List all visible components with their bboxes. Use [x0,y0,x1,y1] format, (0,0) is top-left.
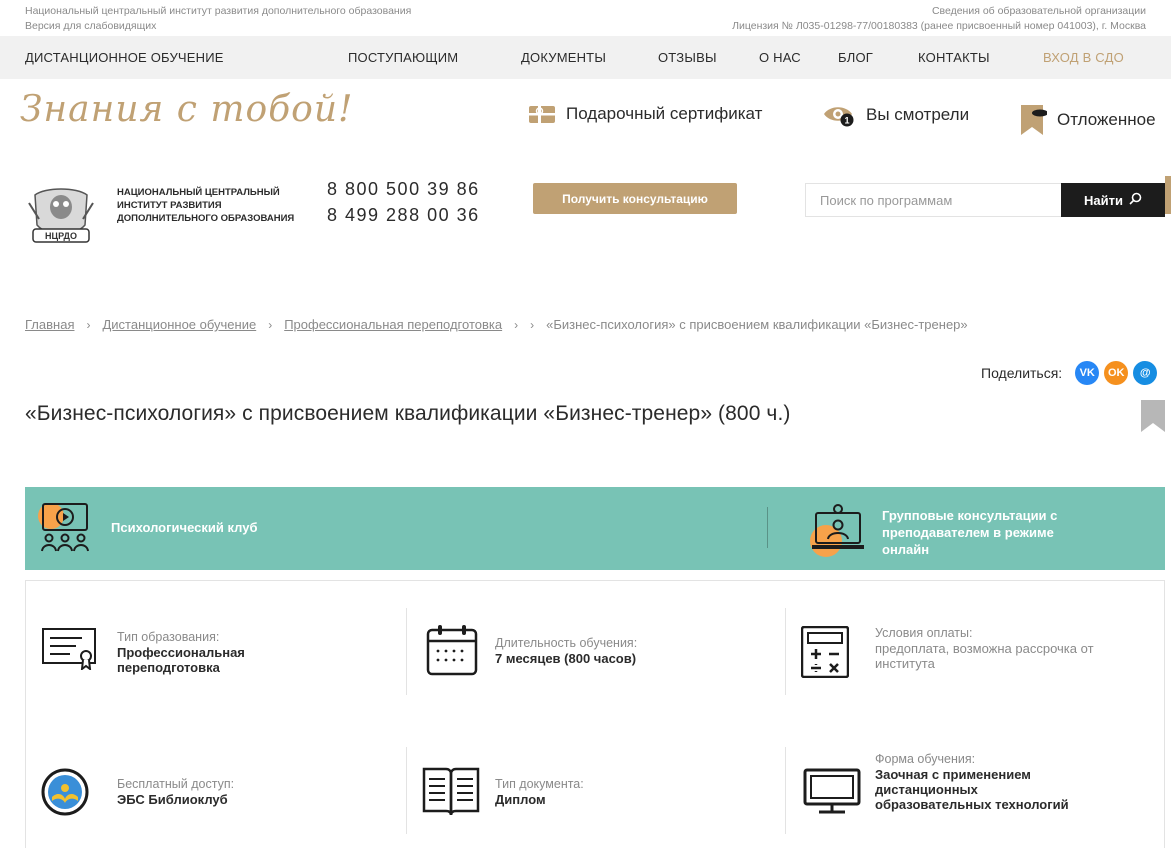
side-tab[interactable] [1165,176,1171,214]
phone-2[interactable]: 8 499 288 00 36 [327,202,480,228]
nav-item-applicants[interactable]: ПОСТУПАЮЩИМ [348,50,458,65]
certificate-icon [42,628,117,675]
get-consultation-button[interactable]: Получить консультацию [533,183,737,214]
share-label: Поделиться: [981,365,1063,381]
chevron-right-icon: › [514,317,519,332]
monitor-icon [803,752,875,819]
payment-label: Условия оплаты: [875,626,973,640]
license-text: Лицензия № Л035-01298-77/00180383 (ранее… [732,20,1146,32]
chevron-right-icon: › [530,317,535,332]
vk-share-icon[interactable]: VK [1075,361,1100,385]
add-bookmark-icon[interactable] [1141,400,1165,437]
saved-link[interactable]: Отложенное [1019,103,1156,137]
mymail-share-icon[interactable]: @ [1133,361,1158,385]
group-consult-link[interactable]: Групповые консультации с преподавателем … [808,503,1078,561]
breadcrumb-retraining[interactable]: Профессиональная переподготовка [284,317,502,332]
logo-text: НЦРДО [45,231,77,241]
search-icon [1129,192,1142,208]
psych-club-label: Психологический клуб [111,519,258,535]
banner-divider [767,507,768,548]
document-type-value: Диплом [495,792,546,807]
slogan: Знания с тобой! [20,89,354,130]
nav-item-about[interactable]: О НАС [759,50,801,65]
document-type-label: Тип документа: [495,777,584,791]
phones: 8 800 500 39 86 8 499 288 00 36 [327,176,480,228]
nav-item-distance[interactable]: ДИСТАНЦИОННОЕ ОБУЧЕНИЕ [25,50,224,65]
viewed-link[interactable]: 1 Вы смотрели [822,103,969,127]
column-divider [406,608,407,695]
viewed-count-badge: 1 [844,116,849,126]
open-book-icon [422,765,495,822]
phone-1[interactable]: 8 800 500 39 86 [327,176,480,202]
ok-share-icon[interactable]: OK [1104,361,1129,385]
duration-label: Длительность обучения: [495,636,638,650]
org-name: НАЦИОНАЛЬНЫЙ ЦЕНТРАЛЬНЫЙ ИНСТИТУТ РАЗВИТ… [117,187,295,224]
page-title: «Бизнес-психология» с присвоением квалиф… [25,402,791,425]
study-form-label: Форма обучения: [875,752,976,766]
breadcrumb-home[interactable]: Главная [25,317,74,332]
institute-logo[interactable]: НЦРДО [25,185,97,252]
info-study-form: Форма обучения: Заочная с применением ди… [803,752,1085,819]
features-banner: Психологический клуб Групповые консульта… [25,487,1165,570]
chevron-right-icon: › [268,317,273,332]
breadcrumb-distance[interactable]: Дистанционное обучение [102,317,256,332]
nav-item-login[interactable]: ВХОД В СДО [1043,50,1124,65]
saved-label: Отложенное [1057,110,1156,129]
free-access-value: ЭБС Библиоклуб [117,792,228,807]
chevron-right-icon: › [86,317,91,332]
eye-icon: 1 [822,103,856,127]
calculator-icon [800,625,875,683]
info-payment: Условия оплаты: предоплата, возможна рас… [800,625,1095,683]
info-document-type: Тип документа: Диплом [422,765,695,822]
main-navigation: ДИСТАНЦИОННОЕ ОБУЧЕНИЕ ПОСТУПАЮЩИМ ДОКУМ… [0,36,1171,79]
study-form-value: Заочная с применением дистанционных обра… [875,767,1069,812]
viewed-label: Вы смотрели [866,105,970,124]
share-block: Поделиться: VK OK @ [981,361,1158,385]
psych-club-link[interactable]: Психологический клуб [37,500,257,554]
video-group-icon [37,500,93,554]
online-consultation-icon [808,503,864,561]
search-input[interactable]: Поиск по программам [805,183,1061,217]
top-info-bar: Национальный центральный институт развит… [0,0,1171,36]
brand-row: Знания с тобой! Подарочный сертификат 1 … [0,79,1171,159]
payment-value: предоплата, возможна рассрочка от инстит… [875,641,1094,671]
accessibility-version-link[interactable]: Версия для слабовидящих [25,19,411,34]
info-edu-type: Тип образования: Профессиональная перепо… [42,628,317,675]
nav-item-reviews[interactable]: ОТЗЫВЫ [658,50,717,65]
column-divider [785,747,786,834]
breadcrumb: Главная › Дистанционное обучение › Профе… [25,317,968,332]
edu-type-value: Профессиональная переподготовка [117,645,245,675]
info-duration: Длительность обучения: 7 месяцев (800 ча… [426,624,715,681]
column-divider [785,608,786,695]
nav-item-documents[interactable]: ДОКУМЕНТЫ [521,50,606,65]
group-consult-label: Групповые консультации с преподавателем … [882,507,1058,557]
duration-value: 7 месяцев (800 часов) [495,651,637,666]
contact-row: НЦРДО НАЦИОНАЛЬНЫЙ ЦЕНТРАЛЬНЫЙ ИНСТИТУТ … [0,159,1171,279]
institute-full-name: Национальный центральный институт развит… [25,5,412,17]
library-icon [40,767,117,822]
program-info-box: Тип образования: Профессиональная перепо… [25,580,1165,848]
column-divider [406,747,407,834]
search-button[interactable]: Найти [1061,183,1165,217]
edu-type-label: Тип образования: [117,630,220,644]
breadcrumb-current: «Бизнес-психология» с присвоением квалиф… [546,317,968,332]
bookmark-icon [1019,103,1047,137]
org-info-link[interactable]: Сведения об образовательной организации [732,4,1146,19]
gift-icon [528,103,556,125]
search-button-label: Найти [1084,192,1123,208]
gift-certificate-label: Подарочный сертификат [566,104,763,123]
calendar-icon [426,624,495,681]
nav-item-contacts[interactable]: КОНТАКТЫ [918,50,990,65]
info-free-access: Бесплатный доступ: ЭБС Библиоклуб [40,767,317,822]
nav-item-blog[interactable]: БЛОГ [838,50,873,65]
gift-certificate-link[interactable]: Подарочный сертификат [528,103,762,125]
free-access-label: Бесплатный доступ: [117,777,235,791]
